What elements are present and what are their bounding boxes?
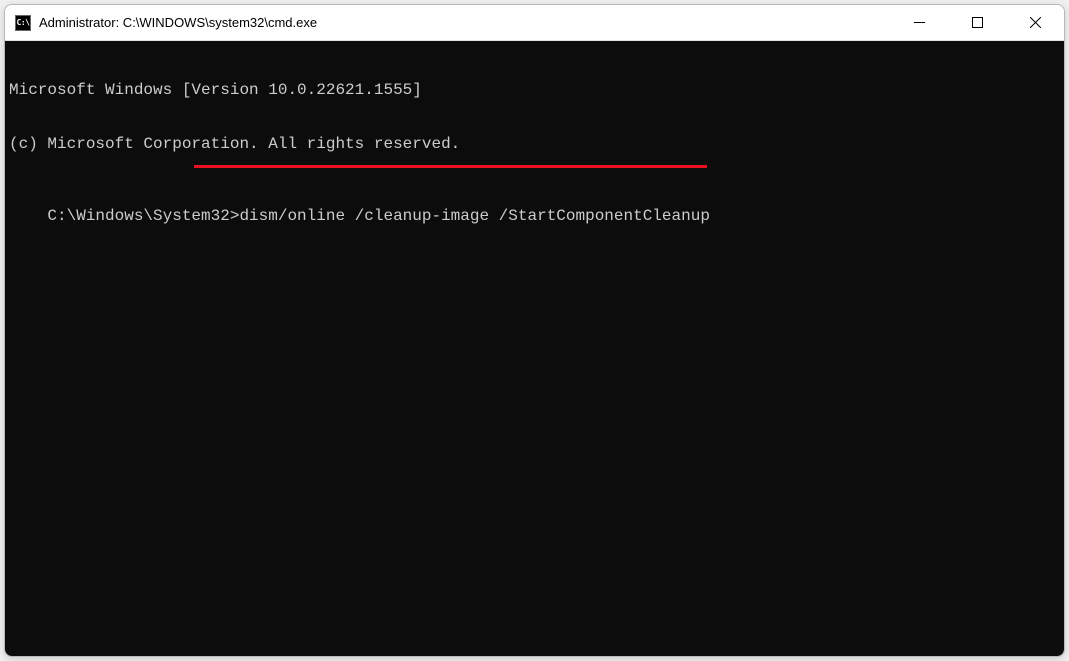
terminal-output-line: Microsoft Windows [Version 10.0.22621.15… xyxy=(9,81,1060,99)
command-prompt-window: C:\ Administrator: C:\WINDOWS\system32\c… xyxy=(4,4,1065,657)
command-underline-annotation xyxy=(194,165,707,168)
maximize-icon xyxy=(972,17,983,28)
terminal-body[interactable]: Microsoft Windows [Version 10.0.22621.15… xyxy=(5,41,1064,656)
title-bar[interactable]: C:\ Administrator: C:\WINDOWS\system32\c… xyxy=(5,5,1064,41)
window-controls xyxy=(890,5,1064,40)
cmd-app-icon: C:\ xyxy=(15,15,31,31)
terminal-command: dism/online /cleanup-image /StartCompone… xyxy=(239,207,709,225)
minimize-button[interactable] xyxy=(890,5,948,40)
terminal-prompt-line: C:\Windows\System32>dism/online /cleanup… xyxy=(47,207,710,225)
maximize-button[interactable] xyxy=(948,5,1006,40)
terminal-prompt: C:\Windows\System32> xyxy=(47,207,239,225)
close-button[interactable] xyxy=(1006,5,1064,40)
terminal-output-line: (c) Microsoft Corporation. All rights re… xyxy=(9,135,1060,153)
window-title: Administrator: C:\WINDOWS\system32\cmd.e… xyxy=(39,15,890,30)
minimize-icon xyxy=(914,17,925,28)
close-icon xyxy=(1030,17,1041,28)
